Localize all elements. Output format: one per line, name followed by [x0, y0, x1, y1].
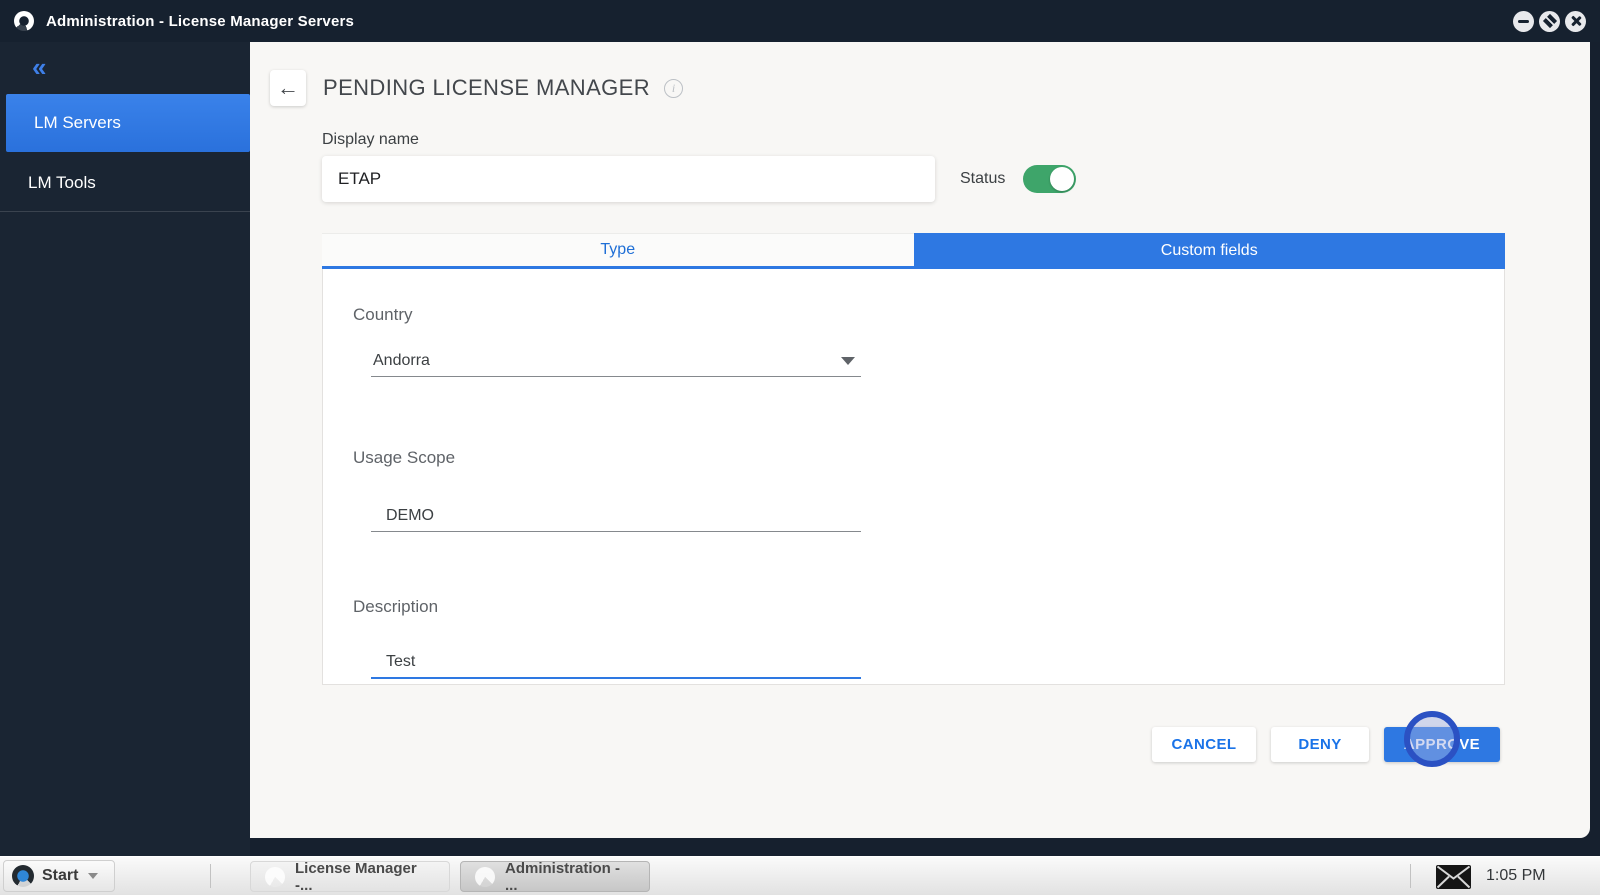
close-button[interactable] — [1565, 11, 1586, 32]
app-logo-icon — [14, 11, 34, 31]
country-label: Country — [353, 305, 413, 325]
window-controls — [1513, 11, 1586, 32]
mail-icon[interactable] — [1436, 865, 1471, 894]
main-content: ← PENDING LICENSE MANAGER i Display name… — [250, 42, 1590, 838]
minimize-button[interactable] — [1513, 11, 1534, 32]
taskbar-separator — [210, 864, 211, 888]
status-label: Status — [960, 170, 1005, 188]
sidebar: « LM Servers LM Tools — [0, 42, 250, 856]
country-dropdown[interactable]: Andorra — [371, 345, 861, 377]
action-buttons: CANCEL DENY APPROVE — [1152, 727, 1500, 762]
taskbar-clock: 1:05 PM — [1486, 867, 1546, 885]
start-label: Start — [42, 867, 78, 885]
status-row: Status — [960, 165, 1076, 193]
description-field[interactable]: Test — [371, 647, 861, 679]
tab-label: Type — [600, 241, 635, 259]
usage-scope-label: Usage Scope — [353, 448, 455, 468]
taskbar-item-label: Administration - ... — [505, 860, 635, 894]
status-toggle[interactable] — [1023, 165, 1076, 193]
custom-fields-panel: Country Andorra Usage Scope DEMO Descrip… — [322, 269, 1505, 685]
start-logo-icon — [12, 865, 34, 887]
deny-button[interactable]: DENY — [1271, 727, 1369, 762]
info-icon[interactable]: i — [664, 79, 683, 98]
page-title: PENDING LICENSE MANAGER — [323, 75, 650, 101]
taskbar-item-label: License Manager -... — [295, 860, 435, 894]
tab-bar: Type Custom fields — [322, 233, 1505, 269]
chevron-down-icon — [841, 357, 855, 365]
close-icon — [1570, 15, 1582, 27]
sidebar-item-lm-servers[interactable]: LM Servers — [6, 94, 250, 152]
description-label: Description — [353, 597, 438, 617]
toggle-knob — [1050, 167, 1074, 191]
display-name-label: Display name — [322, 131, 419, 149]
approve-button[interactable]: APPROVE — [1384, 727, 1500, 762]
maximize-icon — [1542, 14, 1556, 28]
page-header: ← PENDING LICENSE MANAGER i — [270, 70, 683, 106]
tab-label: Custom fields — [1161, 242, 1258, 260]
description-value: Test — [386, 653, 415, 671]
taskbar-item-license-manager[interactable]: License Manager -... — [250, 861, 450, 892]
sidebar-collapse-button[interactable]: « — [32, 54, 46, 80]
usage-scope-value: DEMO — [386, 507, 434, 525]
taskbar-item-administration[interactable]: Administration - ... — [460, 861, 650, 892]
usage-scope-field[interactable]: DEMO — [371, 500, 861, 532]
tab-type[interactable]: Type — [322, 233, 914, 269]
minimize-icon — [1518, 20, 1529, 23]
maximize-button[interactable] — [1539, 11, 1560, 32]
tab-custom-fields[interactable]: Custom fields — [914, 233, 1506, 269]
app-logo-icon — [475, 867, 495, 887]
country-value: Andorra — [373, 352, 430, 370]
display-name-input[interactable] — [322, 156, 935, 202]
sidebar-item-lm-tools[interactable]: LM Tools — [0, 154, 250, 212]
taskbar-separator — [1410, 864, 1411, 888]
start-caret-icon — [88, 873, 98, 879]
window-titlebar: Administration - License Manager Servers — [0, 0, 1600, 42]
cancel-button[interactable]: CANCEL — [1152, 727, 1256, 762]
app-logo-icon — [265, 867, 285, 887]
sidebar-item-label: LM Servers — [34, 113, 121, 133]
back-button[interactable]: ← — [270, 70, 306, 106]
window-title: Administration - License Manager Servers — [46, 13, 354, 30]
start-button[interactable]: Start — [3, 860, 115, 892]
sidebar-item-label: LM Tools — [28, 173, 96, 193]
taskbar: Start License Manager -... Administratio… — [0, 856, 1600, 895]
